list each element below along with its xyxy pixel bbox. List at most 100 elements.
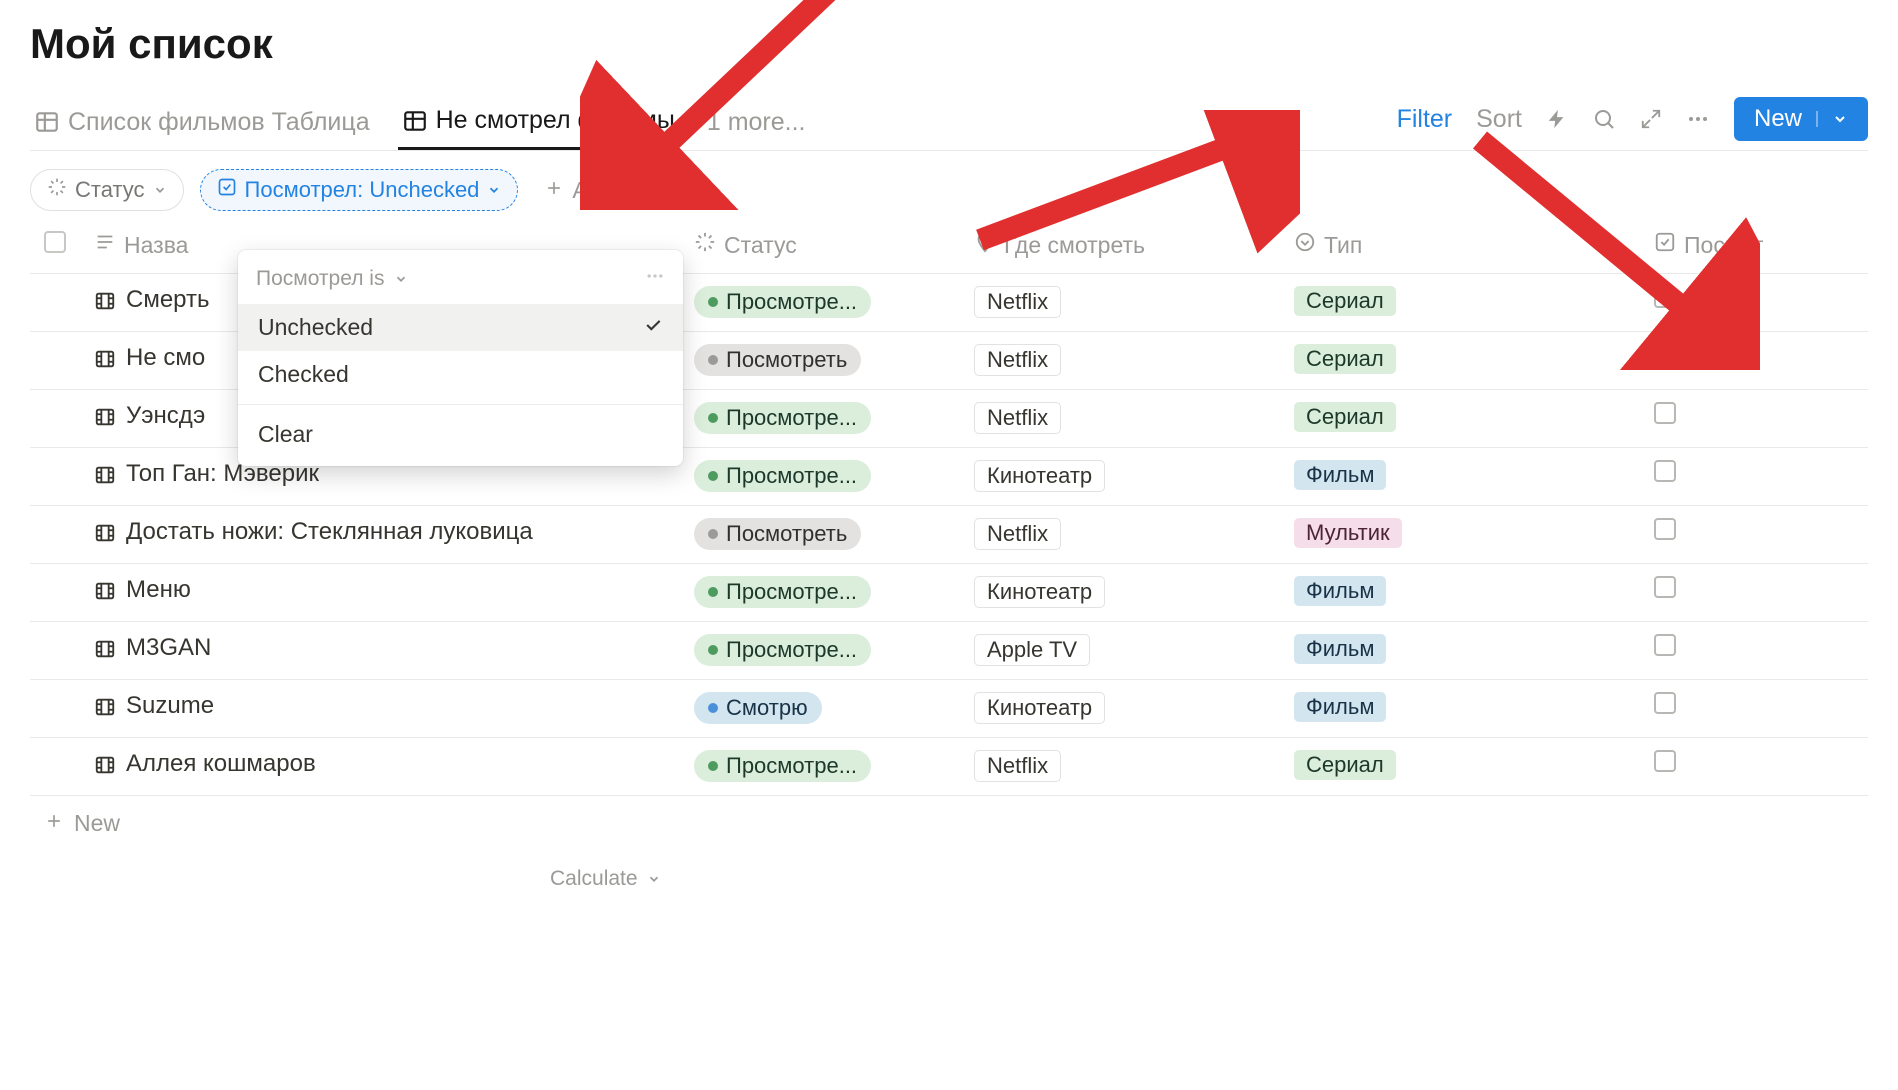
calculate-button[interactable]: Calculate (30, 851, 1868, 891)
where-tag: Netflix (974, 286, 1061, 318)
row-checkbox[interactable] (1654, 518, 1676, 540)
more-icon[interactable] (1686, 107, 1710, 131)
row-title: M3GAN (126, 634, 211, 662)
chevron-down-icon[interactable] (394, 272, 408, 286)
row-checkbox[interactable] (1654, 634, 1676, 656)
row-checkbox[interactable] (1654, 344, 1676, 366)
status-tag: Смотрю (694, 692, 822, 724)
type-tag: Фильм (1294, 692, 1386, 722)
where-tag: Кинотеатр (974, 460, 1105, 492)
row-title: Смерть (126, 286, 210, 314)
type-tag: Сериал (1294, 750, 1396, 780)
filter-chip-watched-label: Посмотрел: Unchecked (245, 177, 480, 203)
film-icon (94, 634, 116, 667)
page-title: Мой список (30, 20, 1868, 68)
new-row-label: New (74, 810, 120, 837)
table-row[interactable]: МенюПросмотре...КинотеатрФильм (30, 564, 1868, 622)
dropdown-header-label: Посмотрел is (256, 267, 384, 290)
column-type-label[interactable]: Тип (1324, 232, 1362, 259)
status-tag: Просмотре... (694, 286, 871, 318)
more-icon[interactable] (645, 266, 665, 292)
where-tag: Netflix (974, 402, 1061, 434)
checkbox-icon (217, 177, 237, 203)
film-icon (94, 692, 116, 725)
tab-unwatched-label: Не смотрел фильмы (436, 106, 675, 135)
row-checkbox[interactable] (1654, 286, 1676, 308)
filters-row: Статус Посмотрел: Unchecked Add filter (30, 169, 1868, 211)
plus-icon (44, 810, 64, 837)
chevron-down-icon (153, 177, 167, 203)
checkbox-icon (1654, 231, 1676, 259)
tabs-row: Список фильмов Таблица Не смотрел фильмы… (30, 96, 1868, 151)
dropdown-option-checked-label: Checked (258, 361, 349, 388)
table-icon (402, 108, 428, 134)
status-tag: Просмотре... (694, 634, 871, 666)
dropdown-header: Посмотрел is (238, 258, 683, 304)
add-filter-button[interactable]: Add filter (534, 170, 673, 211)
where-tag: Кинотеатр (974, 576, 1105, 608)
where-tag: Кинотеатр (974, 692, 1105, 724)
chevron-down-circle-icon (1294, 231, 1316, 259)
sort-button[interactable]: Sort (1476, 105, 1522, 134)
type-tag: Сериал (1294, 402, 1396, 432)
status-tag: Просмотре... (694, 576, 871, 608)
loading-icon (694, 231, 716, 259)
expand-icon[interactable] (1640, 108, 1662, 130)
where-tag: Apple TV (974, 634, 1090, 666)
dropdown-option-unchecked-label: Unchecked (258, 314, 373, 341)
plus-icon (544, 177, 564, 204)
row-title: Достать ножи: Стеклянная луковица (126, 518, 533, 546)
row-checkbox[interactable] (1654, 692, 1676, 714)
chevron-down-icon (487, 177, 501, 203)
table-icon (34, 109, 60, 135)
pin-icon (974, 231, 996, 259)
chevron-down-icon[interactable] (1816, 111, 1848, 127)
row-title: Не смо (126, 344, 205, 372)
status-tag: Просмотре... (694, 402, 871, 434)
row-checkbox[interactable] (1654, 402, 1676, 424)
column-name-label[interactable]: Назва (124, 232, 188, 259)
column-where-label[interactable]: Где смотреть (1004, 232, 1145, 259)
dropdown-option-checked[interactable]: Checked (238, 351, 683, 398)
loading-icon (47, 177, 67, 203)
status-tag: Просмотре... (694, 460, 871, 492)
column-watched-label[interactable]: Посмот (1684, 232, 1763, 259)
lightning-icon[interactable] (1546, 108, 1568, 130)
filter-chip-status[interactable]: Статус (30, 169, 184, 211)
type-tag: Мультик (1294, 518, 1402, 548)
where-tag: Netflix (974, 750, 1061, 782)
column-status-label[interactable]: Статус (724, 232, 797, 259)
type-tag: Фильм (1294, 460, 1386, 490)
tabs-more[interactable]: 1 more... (703, 98, 810, 149)
film-icon (94, 286, 116, 319)
toolbar-right: Filter Sort New (1397, 97, 1868, 149)
table-row[interactable]: M3GAN Просмотре... Apple TV Фильм (30, 622, 1868, 680)
filter-button[interactable]: Filter (1397, 105, 1453, 134)
status-tag: Просмотре... (694, 750, 871, 782)
dropdown-clear-label: Clear (258, 421, 313, 448)
new-button[interactable]: New (1734, 97, 1868, 141)
row-checkbox[interactable] (1654, 460, 1676, 482)
table-row[interactable]: Достать ножи: Стеклянная луковицаПосмотр… (30, 506, 1868, 564)
filter-chip-status-label: Статус (75, 177, 145, 203)
filter-chip-watched[interactable]: Посмотрел: Unchecked (200, 169, 519, 211)
where-tag: Netflix (974, 344, 1061, 376)
new-row-button[interactable]: New (30, 796, 1868, 851)
tab-list[interactable]: Список фильмов Таблица (30, 98, 374, 149)
check-icon (643, 314, 663, 341)
select-all-checkbox[interactable] (44, 231, 66, 253)
film-icon (94, 750, 116, 783)
table-row[interactable]: Suzume Смотрю Кинотеатр Фильм (30, 680, 1868, 738)
dropdown-option-unchecked[interactable]: Unchecked (238, 304, 683, 351)
search-icon[interactable] (1592, 107, 1616, 131)
type-tag: Сериал (1294, 286, 1396, 316)
type-tag: Фильм (1294, 634, 1386, 664)
table-row[interactable]: Аллея кошмаровПросмотре...NetflixСериал (30, 738, 1868, 796)
dropdown-clear[interactable]: Clear (238, 411, 683, 458)
divider (238, 404, 683, 405)
tab-unwatched[interactable]: Не смотрел фильмы (398, 96, 679, 150)
status-tag: Посмотреть (694, 344, 861, 376)
row-title: Suzume (126, 692, 214, 720)
row-checkbox[interactable] (1654, 576, 1676, 598)
row-checkbox[interactable] (1654, 750, 1676, 772)
